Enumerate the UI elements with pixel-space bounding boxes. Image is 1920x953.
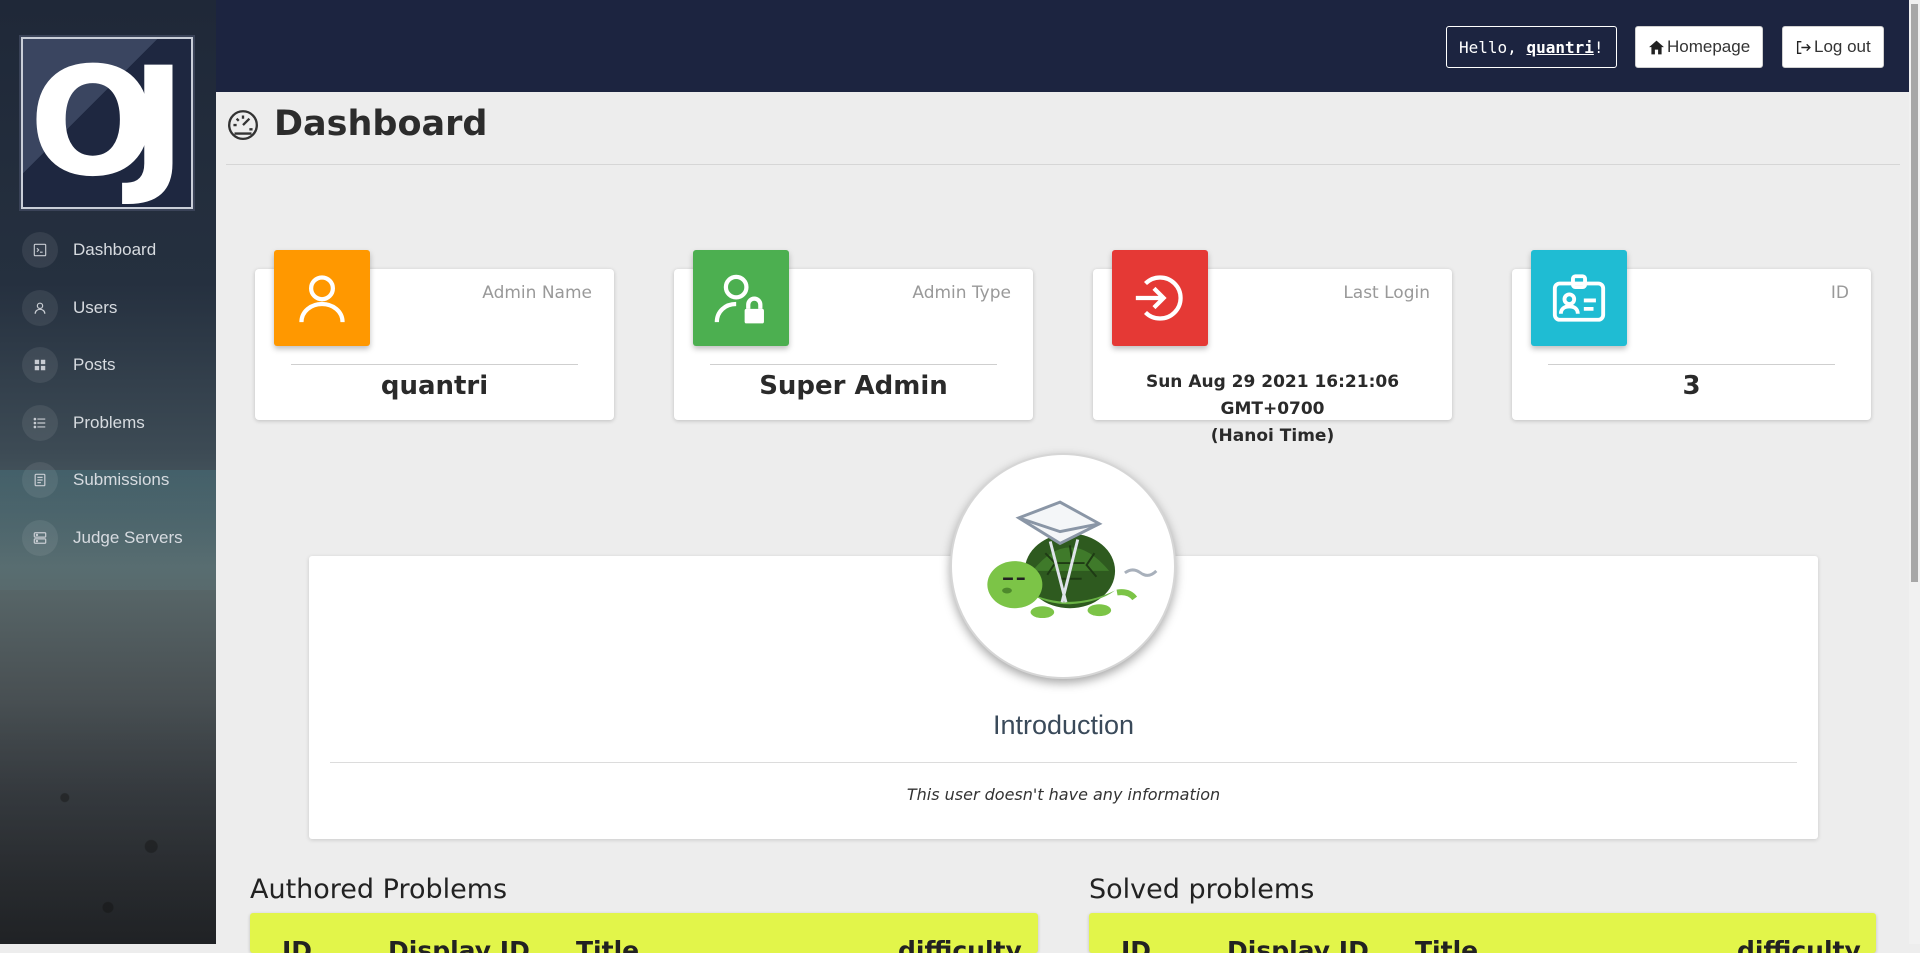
greeting-username[interactable]: quantri <box>1526 38 1593 57</box>
document-icon <box>22 462 58 498</box>
page-title: Dashboard <box>274 104 488 144</box>
card-label: Last Login <box>1343 283 1430 303</box>
card-value: Sun Aug 29 2021 16:21:06 GMT+0700 (Hanoi… <box>1093 369 1452 450</box>
id-card-icon <box>1552 274 1606 322</box>
sidebar-item-label: Submissions <box>73 470 170 489</box>
column-header-difficulty[interactable]: difficulty <box>898 936 1022 953</box>
sidebar-item-users[interactable]: Users <box>22 289 212 326</box>
introduction-title: Introduction <box>992 710 1135 740</box>
terminal-icon <box>22 232 58 268</box>
solved-problems-title: Solved problems <box>1089 874 1315 905</box>
column-header-display-id[interactable]: Display ID <box>388 936 530 953</box>
server-icon <box>22 519 58 556</box>
greeting-suffix: ! <box>1593 37 1604 57</box>
card-divider <box>1548 364 1835 365</box>
greeting-prefix: Hello, <box>1459 37 1527 57</box>
authored-problems-title: Authored Problems <box>250 874 508 905</box>
card-value: Super Admin <box>759 371 948 401</box>
id-icon-box <box>1531 250 1627 346</box>
card-label: ID <box>1830 283 1849 303</box>
solved-problems-table: ID Display ID Title difficulty <box>1089 913 1876 953</box>
avatar <box>950 453 1176 679</box>
card-value: quantri <box>380 371 489 401</box>
user-icon <box>22 289 58 326</box>
logout-label: Log out <box>1814 37 1871 56</box>
turtle-mascot-image <box>987 500 1158 619</box>
user-greeting-button[interactable]: Hello, quantri! <box>1446 26 1617 68</box>
title-divider <box>226 164 1900 165</box>
column-header-id[interactable]: ID <box>282 936 312 953</box>
sidebar-item-label: Posts <box>73 355 116 374</box>
page-header: Dashboard <box>226 104 487 144</box>
admin-type-card: Admin Type Super Admin <box>674 250 1033 420</box>
column-header-title[interactable]: Title <box>1415 936 1478 953</box>
sidebar-item-posts[interactable]: Posts <box>22 347 212 383</box>
scrollbar-thumb[interactable] <box>1911 4 1918 582</box>
column-header-display-id[interactable]: Display ID <box>1227 936 1369 953</box>
id-card: ID 3 <box>1512 250 1871 420</box>
sidebar-item-judge-servers[interactable]: Judge Servers <box>22 519 212 556</box>
speedometer-icon <box>228 110 258 141</box>
logout-icon <box>1796 40 1811 54</box>
card-label: Admin Name <box>482 283 592 303</box>
card-label: Admin Type <box>912 283 1011 303</box>
sidebar-item-dashboard[interactable]: Dashboard <box>22 232 212 268</box>
user-icon <box>299 275 345 323</box>
sidebar-item-label: Users <box>73 297 118 317</box>
introduction-divider <box>330 762 1797 763</box>
card-divider <box>291 364 578 365</box>
sidebar-item-label: Dashboard <box>73 240 157 259</box>
sidebar: OJ Dashboard Users Posts Problems Submis… <box>0 0 216 944</box>
top-bar: Hello, quantri! Homepage Log out <box>216 0 1920 92</box>
introduction-text: This user doesn't have any information <box>906 785 1221 804</box>
home-icon <box>1649 40 1664 54</box>
card-value: 3 <box>1682 371 1701 401</box>
column-header-id[interactable]: ID <box>1121 936 1151 953</box>
user-lock-icon <box>714 274 764 324</box>
page-scrollbar[interactable] <box>1909 0 1920 944</box>
last-login-datetime: Sun Aug 29 2021 16:21:06 GMT+0700 <box>1145 372 1400 419</box>
sidebar-item-submissions[interactable]: Submissions <box>22 462 212 498</box>
grid-icon <box>22 347 58 383</box>
card-divider <box>710 364 997 365</box>
sidebar-background-rocks <box>0 700 216 944</box>
login-icon <box>1135 275 1183 321</box>
admin-name-icon-box <box>274 250 370 346</box>
sidebar-nav: Dashboard Users Posts Problems Submissio… <box>22 232 212 577</box>
logout-button[interactable]: Log out <box>1782 26 1884 68</box>
homepage-label: Homepage <box>1667 37 1751 56</box>
authored-problems-table: ID Display ID Title difficulty <box>250 913 1038 953</box>
logo[interactable]: OJ <box>21 37 193 209</box>
homepage-button[interactable]: Homepage <box>1635 26 1764 68</box>
sidebar-item-label: Problems <box>73 412 145 432</box>
last-login-card: Last Login Sun Aug 29 2021 16:21:06 GMT+… <box>1093 250 1452 446</box>
admin-type-icon-box <box>693 250 789 346</box>
list-icon <box>22 404 58 441</box>
sidebar-item-label: Judge Servers <box>73 527 183 547</box>
column-header-difficulty[interactable]: difficulty <box>1737 936 1861 953</box>
admin-name-card: Admin Name quantri <box>255 250 614 420</box>
column-header-title[interactable]: Title <box>576 936 639 953</box>
last-login-icon-box <box>1112 250 1208 346</box>
logo-text: OJ <box>29 37 186 209</box>
last-login-timezone: (Hanoi Time) <box>1210 426 1335 446</box>
sidebar-item-problems[interactable]: Problems <box>22 404 212 441</box>
